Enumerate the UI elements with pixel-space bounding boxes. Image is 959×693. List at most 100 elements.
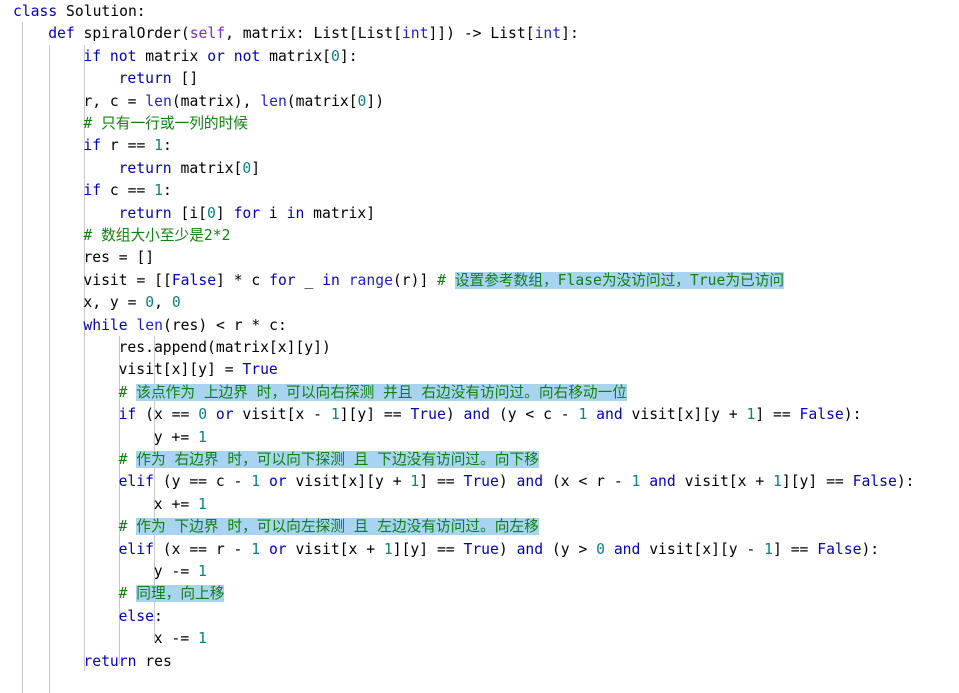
code-line[interactable]: if c == 1: [0,180,959,202]
code-token: else [118,607,154,625]
code-token: ] * c [216,271,270,289]
code-line[interactable]: y += 1 [0,427,959,449]
code-token: res = [] [83,249,155,267]
code-line[interactable]: class Solution: [0,1,959,23]
code-line-text: visit[x][y] = True [119,359,278,381]
code-line-text: x -= 1 [154,628,207,650]
code-line[interactable]: def spiralOrder(self, matrix: List[List[… [0,23,959,45]
code-line[interactable]: if r == 1: [0,135,959,157]
code-token: (x == r - [153,540,252,558]
code-token: 1 [154,137,163,155]
code-line-text: return res [83,651,171,673]
code-line[interactable]: x += 1 [0,494,959,516]
code-line-text: def spiralOrder(self, matrix: List[List[… [48,23,579,45]
code-token: [i[ [171,204,208,222]
code-line-text: # 只有一行或一列的时候 [83,113,248,135]
code-token: False [799,406,844,424]
code-token: (matrix[ [286,92,358,110]
code-line[interactable]: return res [0,651,959,673]
code-token: 0 [145,294,155,312]
code-token: ] == [419,473,464,491]
code-line-text: # 同理，向上移 [119,583,225,605]
code-token: 0 [331,47,340,65]
code-token: 1 [198,428,207,446]
code-line[interactable]: r, c = len(matrix), len(matrix[0]) [0,91,959,113]
code-token: 1 [383,540,393,558]
code-token: ): [843,406,862,424]
code-line-text: x += 1 [154,494,207,516]
code-line[interactable]: # 数组大小至少是2*2 [0,225,959,247]
code-line[interactable]: if (x == 0 or visit[x - 1][y] == True) a… [0,404,959,426]
code-line[interactable]: # 该点作为 上边界 时，可以向右探测 并且 右边没有访问过。向右移动一位 [0,382,959,404]
code-token: # 数组大小至少是2*2 [83,227,231,244]
code-line[interactable]: visit[x][y] = True [0,359,959,381]
code-token: [] [171,70,199,88]
code-token: for [269,271,296,289]
code-line[interactable]: return matrix[0] [0,158,959,180]
code-token: visit[x - [233,406,331,424]
code-token: spiralOrder( [74,25,190,43]
code-line[interactable]: else: [0,606,959,628]
code-token: 1 [198,563,207,580]
code-token: 1 [578,406,588,424]
highlighted-token: 同理，向上移 [136,585,225,603]
code-token: visit[x + [675,473,774,491]
code-token: or [268,540,287,558]
code-token: (r)] [392,271,438,289]
code-token: False [171,271,217,289]
code-token: 0 [596,540,605,558]
code-token: y -= [153,563,199,580]
code-token: ): [861,540,880,558]
code-line[interactable]: visit = [[False] * c for _ in range(r)] … [0,270,959,292]
code-token: while [83,316,128,334]
code-line-text: # 数组大小至少是2*2 [83,225,230,247]
code-token: visit[x][y] = [118,361,243,379]
code-token: (y < c - [490,406,579,424]
code-line[interactable]: # 作为 下边界 时，可以向左探测 且 左边没有访问过。向左移 [0,516,959,538]
code-token: int [401,25,429,43]
code-line[interactable]: x -= 1 [0,628,959,650]
code-line[interactable]: x, y = 0, 0 [0,292,959,314]
code-token: res [136,652,172,670]
code-content[interactable]: class Solution: def spiralOrder(self, mat… [0,0,959,693]
code-token: 0 [198,406,208,424]
code-line-text: res.append(matrix[x][y]) [119,337,331,359]
code-line[interactable]: # 同理，向上移 [0,583,959,605]
code-token: (x == [136,406,199,424]
code-token: and [613,540,641,558]
code-token: 1 [773,473,782,491]
code-token: ) [445,406,464,424]
code-token: True [410,406,446,424]
code-token: True [242,361,278,379]
code-line-text: y -= 1 [154,561,207,583]
code-token: return [118,70,172,88]
code-token: int [534,25,562,43]
code-token: or [207,47,225,65]
code-token: and [463,406,491,424]
code-line-text: visit = [[False] * c for _ in range(r)] … [83,270,785,292]
code-line[interactable]: while len(res) < r * c: [0,315,959,337]
code-line[interactable]: y -= 1 [0,561,959,583]
code-editor[interactable]: class Solution: def spiralOrder(self, mat… [0,0,959,693]
code-token: range [348,271,393,289]
code-line[interactable]: return [] [0,68,959,90]
code-line[interactable]: # 作为 右边界 时，可以向下探测 且 下边没有访问过。向下移 [0,449,959,471]
code-token: or [268,473,287,491]
code-line[interactable]: if not matrix or not matrix[0]: [0,46,959,68]
code-line[interactable]: # 只有一行或一列的时候 [0,113,959,135]
code-line[interactable]: elif (y == c - 1 or visit[x][y + 1] == T… [0,471,959,493]
code-token: ): [896,473,915,491]
code-line[interactable]: elif (x == r - 1 or visit[x + 1][y] == T… [0,539,959,561]
code-token: class [13,3,58,20]
code-line[interactable]: res.append(matrix[x][y]) [0,337,959,359]
code-token: ] == [773,540,818,558]
code-token: ] [251,159,261,177]
code-line[interactable]: return [i[0] for i in matrix] [0,203,959,225]
code-token: # 只有一行或一列的时候 [83,115,248,132]
code-token: 1 [746,406,756,424]
code-line[interactable]: res = [] [0,247,959,269]
